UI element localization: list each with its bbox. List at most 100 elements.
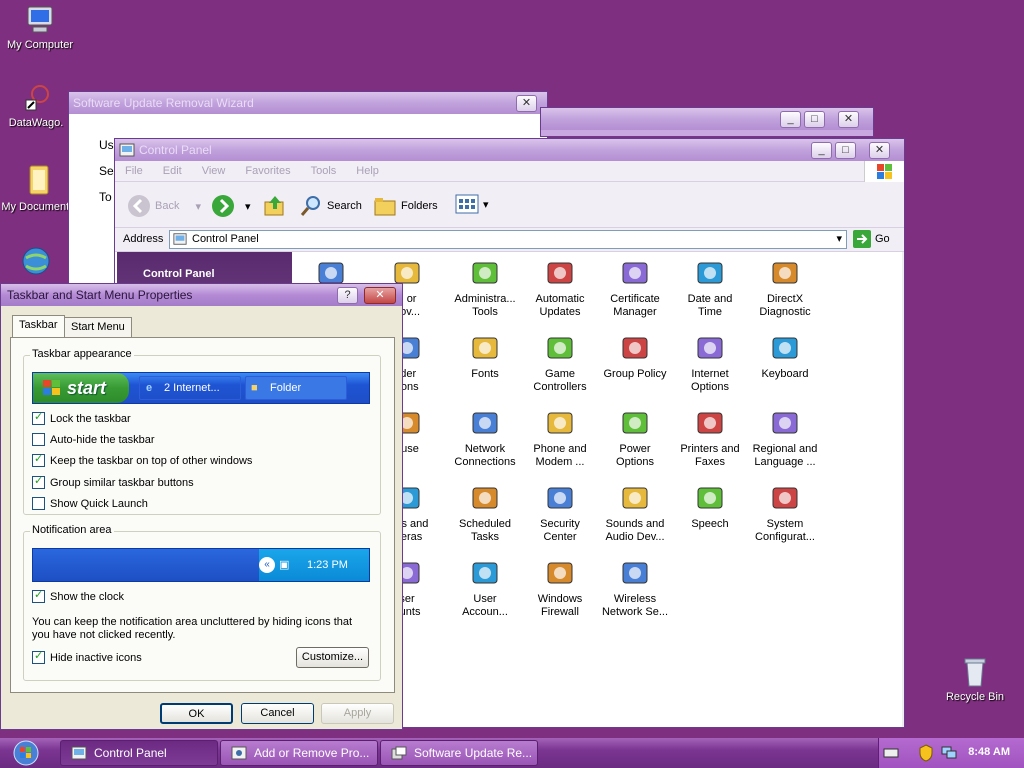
control-panel-item[interactable]: Network Connections	[447, 407, 523, 469]
menu-edit[interactable]: Edit	[153, 161, 192, 177]
address-dropdown-icon[interactable]: ▾	[836, 231, 842, 248]
tab-taskbar[interactable]: Taskbar	[12, 315, 65, 338]
minimize-button[interactable]: _	[811, 142, 832, 159]
control-panel-item[interactable]: Date and Time	[672, 257, 748, 319]
desktop-icon-label: Recycle Bin	[945, 691, 1005, 703]
checkbox[interactable]	[32, 433, 45, 446]
maximize-button[interactable]: □	[804, 111, 825, 128]
control-panel-item[interactable]: Sounds and Audio Dev...	[597, 482, 673, 544]
desktop-icon-my-documents[interactable]: My Documents	[0, 164, 76, 214]
menu-favorites[interactable]: Favorites	[235, 161, 300, 177]
scrollbar[interactable]	[902, 252, 904, 727]
control-panel-item[interactable]: Automatic Updates	[522, 257, 598, 319]
control-panel-item-label: Security Center	[540, 518, 580, 543]
security-shield-icon[interactable]	[919, 744, 933, 762]
chevron-down-icon[interactable]: ▾	[245, 200, 251, 213]
desktop-icon-my-computer[interactable]: My Computer	[2, 4, 78, 52]
menu-tools[interactable]: Tools	[301, 161, 347, 177]
close-button[interactable]: ✕	[364, 287, 396, 304]
minimize-button[interactable]: _	[780, 111, 801, 128]
customize-button[interactable]: Customize...	[296, 647, 369, 668]
control-panel-item[interactable]: Wireless Network Se...	[597, 557, 673, 619]
taskbar-button-control-panel[interactable]: Control Panel	[60, 740, 218, 766]
wizard-titlebar[interactable]: Software Update Removal Wizard	[69, 92, 547, 114]
control-panel-item[interactable]: Regional and Language ...	[747, 407, 823, 469]
views-button[interactable]: ▾	[455, 194, 489, 214]
control-panel-item[interactable]: User Accoun...	[447, 557, 523, 619]
quick-launch-checkbox[interactable]: Show Quick Launch	[32, 497, 148, 510]
wizard-close-button[interactable]: ✕	[516, 95, 537, 112]
chevron-down-icon: ▾	[483, 198, 489, 211]
control-panel-item[interactable]: Administra... Tools	[447, 257, 523, 319]
start-button[interactable]	[8, 740, 44, 766]
back-button[interactable]: Back ▾	[127, 194, 201, 218]
views-grid-icon	[455, 194, 479, 214]
search-button[interactable]: Search	[299, 194, 362, 218]
menu-help[interactable]: Help	[346, 161, 389, 177]
up-folder-icon[interactable]	[263, 194, 287, 218]
desktop-icon-recycle-bin[interactable]: Recycle Bin	[937, 656, 1013, 704]
folders-button[interactable]: Folders	[373, 194, 438, 218]
control-panel-item[interactable]: Scheduled Tasks	[447, 482, 523, 544]
keyboard-tray-icon[interactable]	[883, 747, 899, 759]
menu-file[interactable]: File	[115, 161, 153, 177]
checkbox[interactable]	[32, 588, 45, 603]
control-panel-item[interactable]: DirectX Diagnostic	[747, 257, 823, 319]
menu-view[interactable]: View	[192, 161, 236, 177]
forward-arrow-icon	[212, 195, 234, 217]
certificate-icon	[622, 262, 648, 284]
taskbar-button-add-remove[interactable]: Add or Remove Pro...	[220, 740, 378, 766]
control-panel-item-label: Automatic Updates	[535, 293, 585, 318]
lock-taskbar-checkbox[interactable]: Lock the taskbar	[32, 410, 131, 425]
close-button[interactable]: ✕	[869, 142, 890, 159]
go-button[interactable]: Go	[853, 230, 890, 248]
close-button[interactable]: ✕	[838, 111, 859, 128]
control-panel-item[interactable]: Keyboard	[747, 332, 823, 381]
control-panel-item[interactable]: Security Center	[522, 482, 598, 544]
windows-logo-icon	[864, 161, 904, 182]
control-panel-item[interactable]: Game Controllers	[522, 332, 598, 394]
chevron-down-icon[interactable]: ▾	[195, 200, 201, 213]
control-panel-item[interactable]: Windows Firewall	[522, 557, 598, 619]
notification-preview: « ▣ 1:23 PM	[32, 548, 370, 582]
help-button[interactable]: ?	[337, 287, 358, 304]
control-panel-item[interactable]: Internet Options	[672, 332, 748, 394]
hide-inactive-checkbox[interactable]: Hide inactive icons	[32, 649, 142, 664]
control-panel-item[interactable]: Speech	[672, 482, 748, 531]
autohide-taskbar-checkbox[interactable]: Auto-hide the taskbar	[32, 433, 155, 446]
control-panel-item-label: DirectX Diagnostic	[759, 293, 811, 318]
network-tray-icon[interactable]	[941, 746, 957, 760]
show-clock-checkbox[interactable]: Show the clock	[32, 588, 124, 603]
address-input[interactable]: Control Panel ▾	[169, 230, 847, 249]
control-panel-item-label: Phone and Modem ...	[533, 443, 587, 468]
control-panel-item[interactable]: System Configurat...	[747, 482, 823, 544]
control-panel-item[interactable]: Printers and Faxes	[672, 407, 748, 469]
sidebar-title[interactable]: Control Panel	[117, 252, 292, 280]
cancel-button[interactable]: Cancel	[241, 703, 314, 724]
checkbox[interactable]	[32, 649, 45, 664]
network-globe-icon[interactable]	[20, 246, 56, 280]
speaker-icon	[622, 487, 648, 509]
keep-on-top-checkbox[interactable]: Keep the taskbar on top of other windows	[32, 452, 252, 467]
checkbox[interactable]	[32, 474, 45, 489]
checkbox[interactable]	[32, 452, 45, 467]
control-panel-item[interactable]: Power Options	[597, 407, 673, 469]
ok-button[interactable]: OK	[160, 703, 233, 724]
taskbar-clock[interactable]: 8:48 AM	[968, 746, 1010, 758]
forward-button[interactable]: ▾	[211, 194, 251, 218]
checkbox[interactable]	[32, 497, 45, 510]
checkbox[interactable]	[32, 410, 45, 425]
control-panel-item[interactable]: Phone and Modem ...	[522, 407, 598, 469]
apply-button[interactable]: Apply	[321, 703, 394, 724]
tab-start-menu[interactable]: Start Menu	[64, 317, 132, 337]
maximize-button[interactable]: □	[835, 142, 856, 159]
desktop-icon-label: DataWago.	[8, 117, 64, 129]
group-label: Notification area	[30, 524, 114, 536]
group-buttons-checkbox[interactable]: Group similar taskbar buttons	[32, 474, 194, 489]
control-panel-item[interactable]: Certificate Manager	[597, 257, 673, 319]
control-panel-item[interactable]: Fonts	[447, 332, 523, 381]
control-panel-item[interactable]: Group Policy	[597, 332, 673, 381]
control-panel-titlebar[interactable]: Control Panel	[115, 139, 904, 161]
desktop-icon-datawago[interactable]: DataWago.	[0, 84, 74, 130]
taskbar-button-software-update[interactable]: Software Update Re...	[380, 740, 538, 766]
